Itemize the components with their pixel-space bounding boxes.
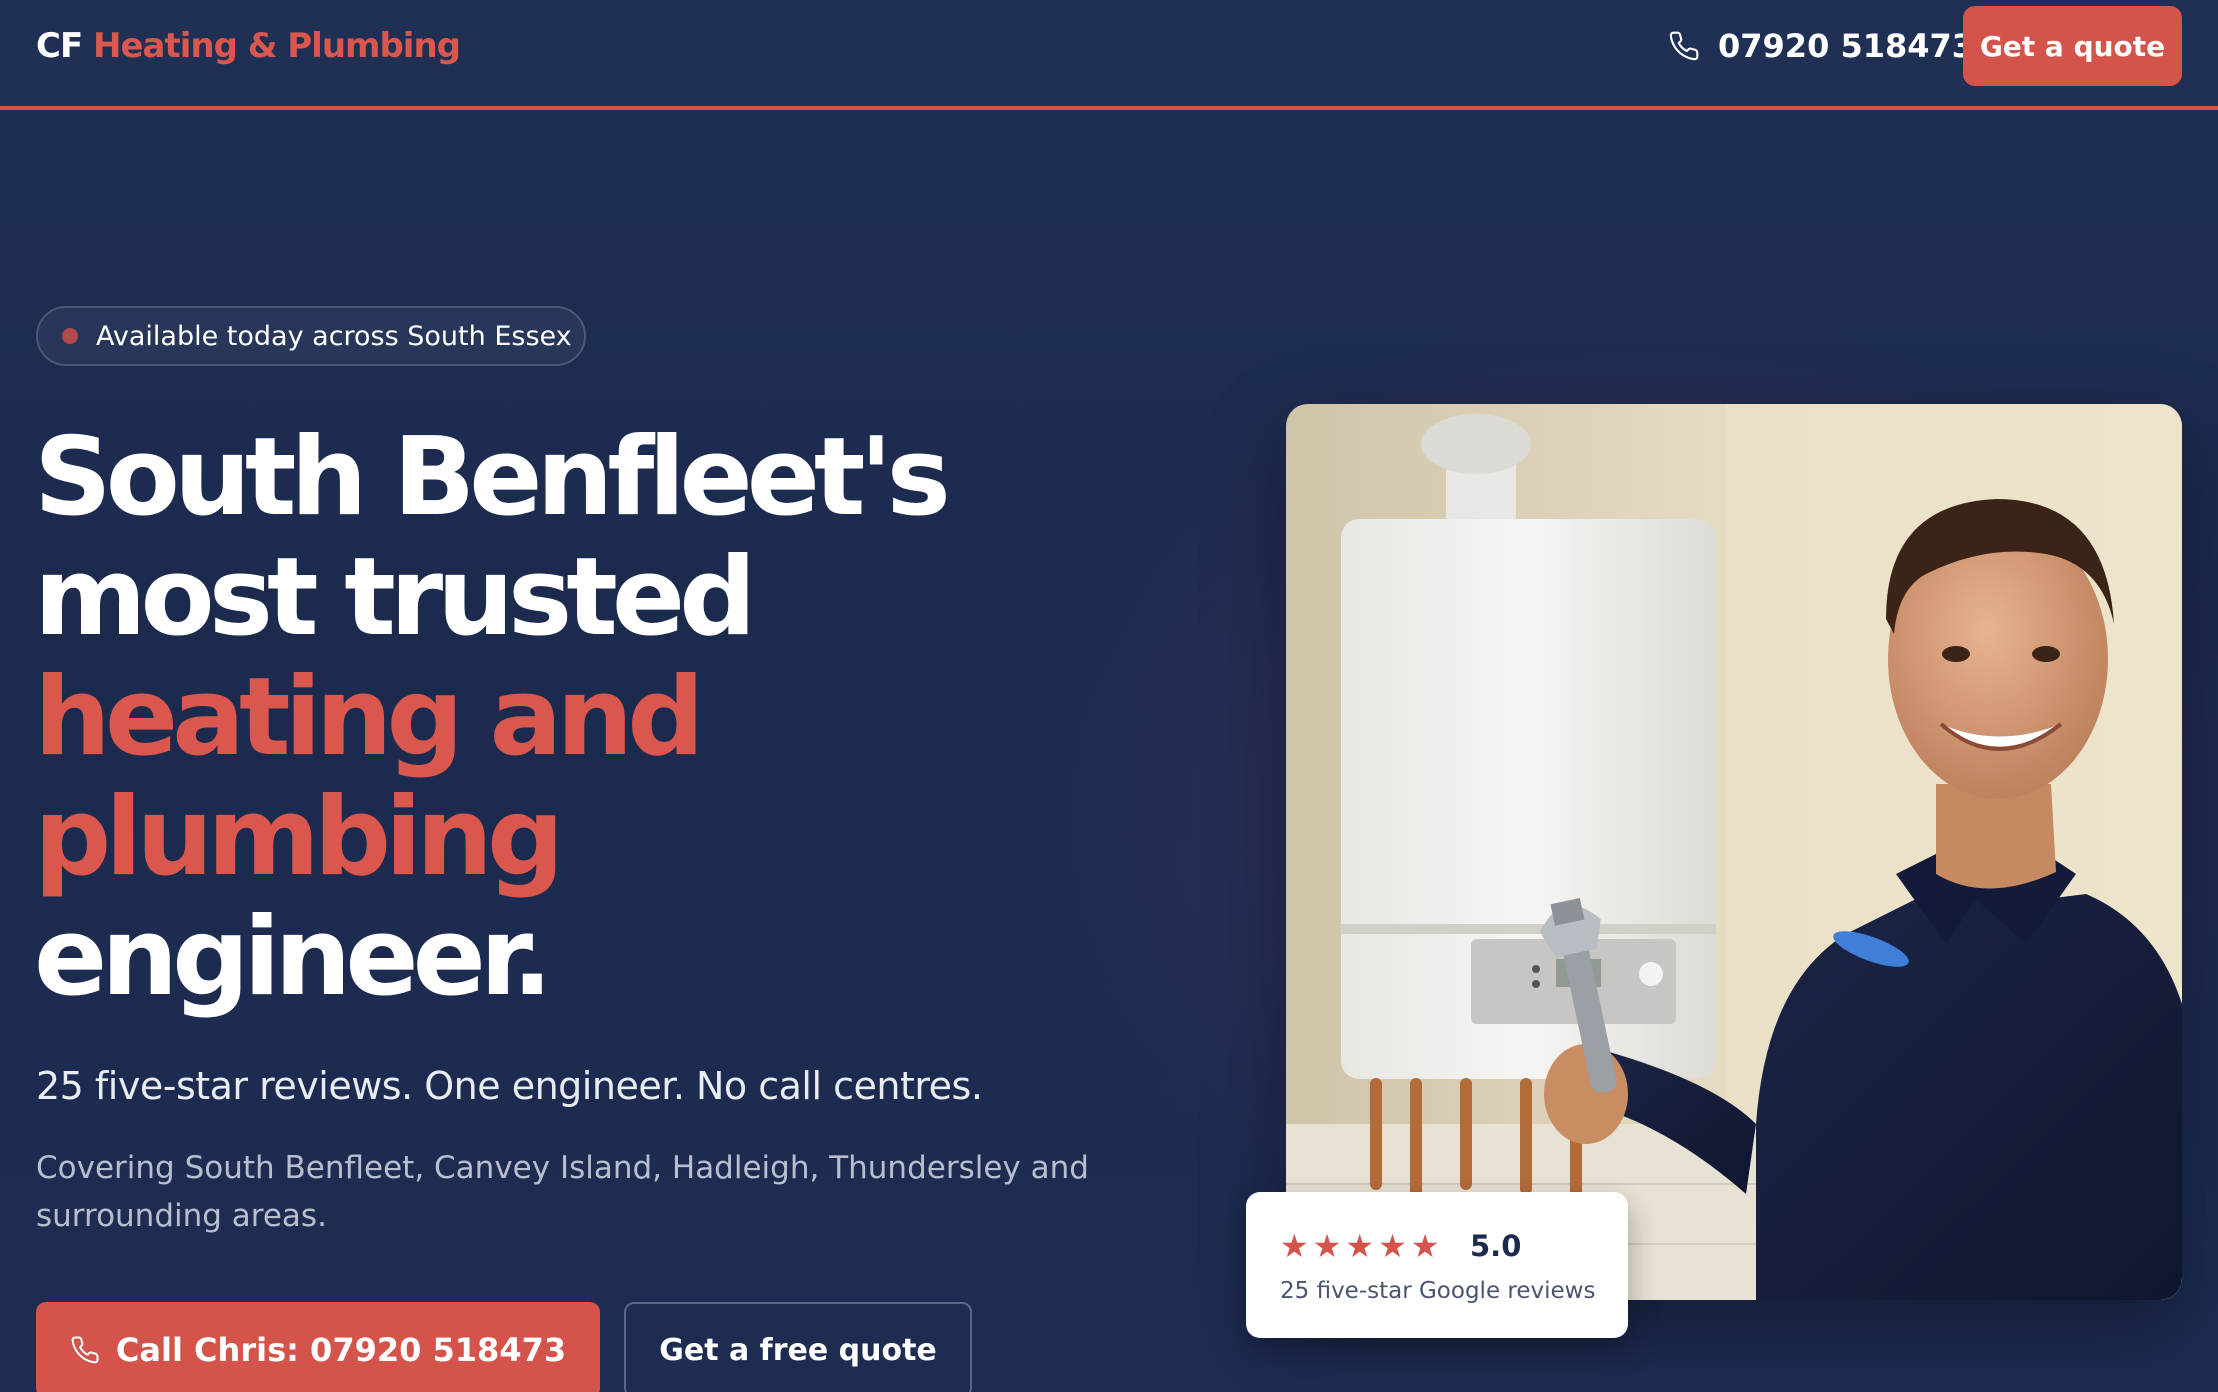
get-quote-button[interactable]: Get a quote bbox=[1963, 6, 2182, 86]
rating-value: 5.0 bbox=[1470, 1229, 1522, 1263]
phone-icon bbox=[71, 1336, 99, 1364]
hero-title-line: South Benfleet's bbox=[34, 415, 951, 540]
star-icon: ★ bbox=[1410, 1227, 1440, 1265]
star-rating: ★ ★ ★ ★ ★ bbox=[1280, 1228, 1439, 1264]
coverage-text: Covering South Benfleet, Canvey Island, … bbox=[36, 1150, 1089, 1234]
hero-title-line: engineer. bbox=[34, 895, 553, 1020]
hero-tagline: 25 five-star reviews. One engineer. No c… bbox=[36, 1064, 983, 1108]
star-icon: ★ bbox=[1378, 1227, 1407, 1265]
site-header: CF Heating & Plumbing 07920 518473 Get a… bbox=[0, 0, 2218, 110]
hero-title-line: most trusted bbox=[34, 535, 756, 660]
availability-text: Available today across South Essex bbox=[96, 320, 572, 352]
availability-badge: Available today across South Essex bbox=[36, 306, 586, 366]
star-icon: ★ bbox=[1345, 1227, 1375, 1265]
call-chris-button[interactable]: Call Chris: 07920 518473 bbox=[36, 1302, 600, 1392]
review-card[interactable]: ★ ★ ★ ★ ★ 5.0 25 five-star Google review… bbox=[1246, 1192, 1628, 1338]
logo-name: Heating & Plumbing bbox=[93, 26, 461, 66]
hero-title: South Benfleet's most trusted heating an… bbox=[34, 418, 1134, 1018]
engineer-with-boiler-image bbox=[1286, 404, 2182, 1300]
star-icon: ★ bbox=[1280, 1227, 1309, 1265]
logo[interactable]: CF Heating & Plumbing bbox=[36, 26, 461, 66]
star-icon: ★ bbox=[1312, 1227, 1342, 1265]
review-count-label: 25 five-star Google reviews bbox=[1280, 1278, 1596, 1304]
hero-title-line-accent: heating and bbox=[34, 655, 705, 780]
page: CF Heating & Plumbing 07920 518473 Get a… bbox=[0, 0, 2218, 1392]
header-phone-link[interactable]: 07920 518473 bbox=[1668, 26, 1974, 66]
status-dot bbox=[62, 328, 78, 344]
engineer-photo bbox=[1286, 404, 2182, 1300]
hero-title-line-accent: plumbing bbox=[34, 775, 564, 900]
free-quote-button[interactable]: Get a free quote bbox=[624, 1302, 972, 1392]
header-phone-number: 07920 518473 bbox=[1718, 27, 1975, 65]
logo-prefix: CF bbox=[36, 26, 83, 66]
phone-icon bbox=[1669, 31, 1699, 61]
call-button-label: Call Chris: 07920 518473 bbox=[115, 1331, 567, 1369]
